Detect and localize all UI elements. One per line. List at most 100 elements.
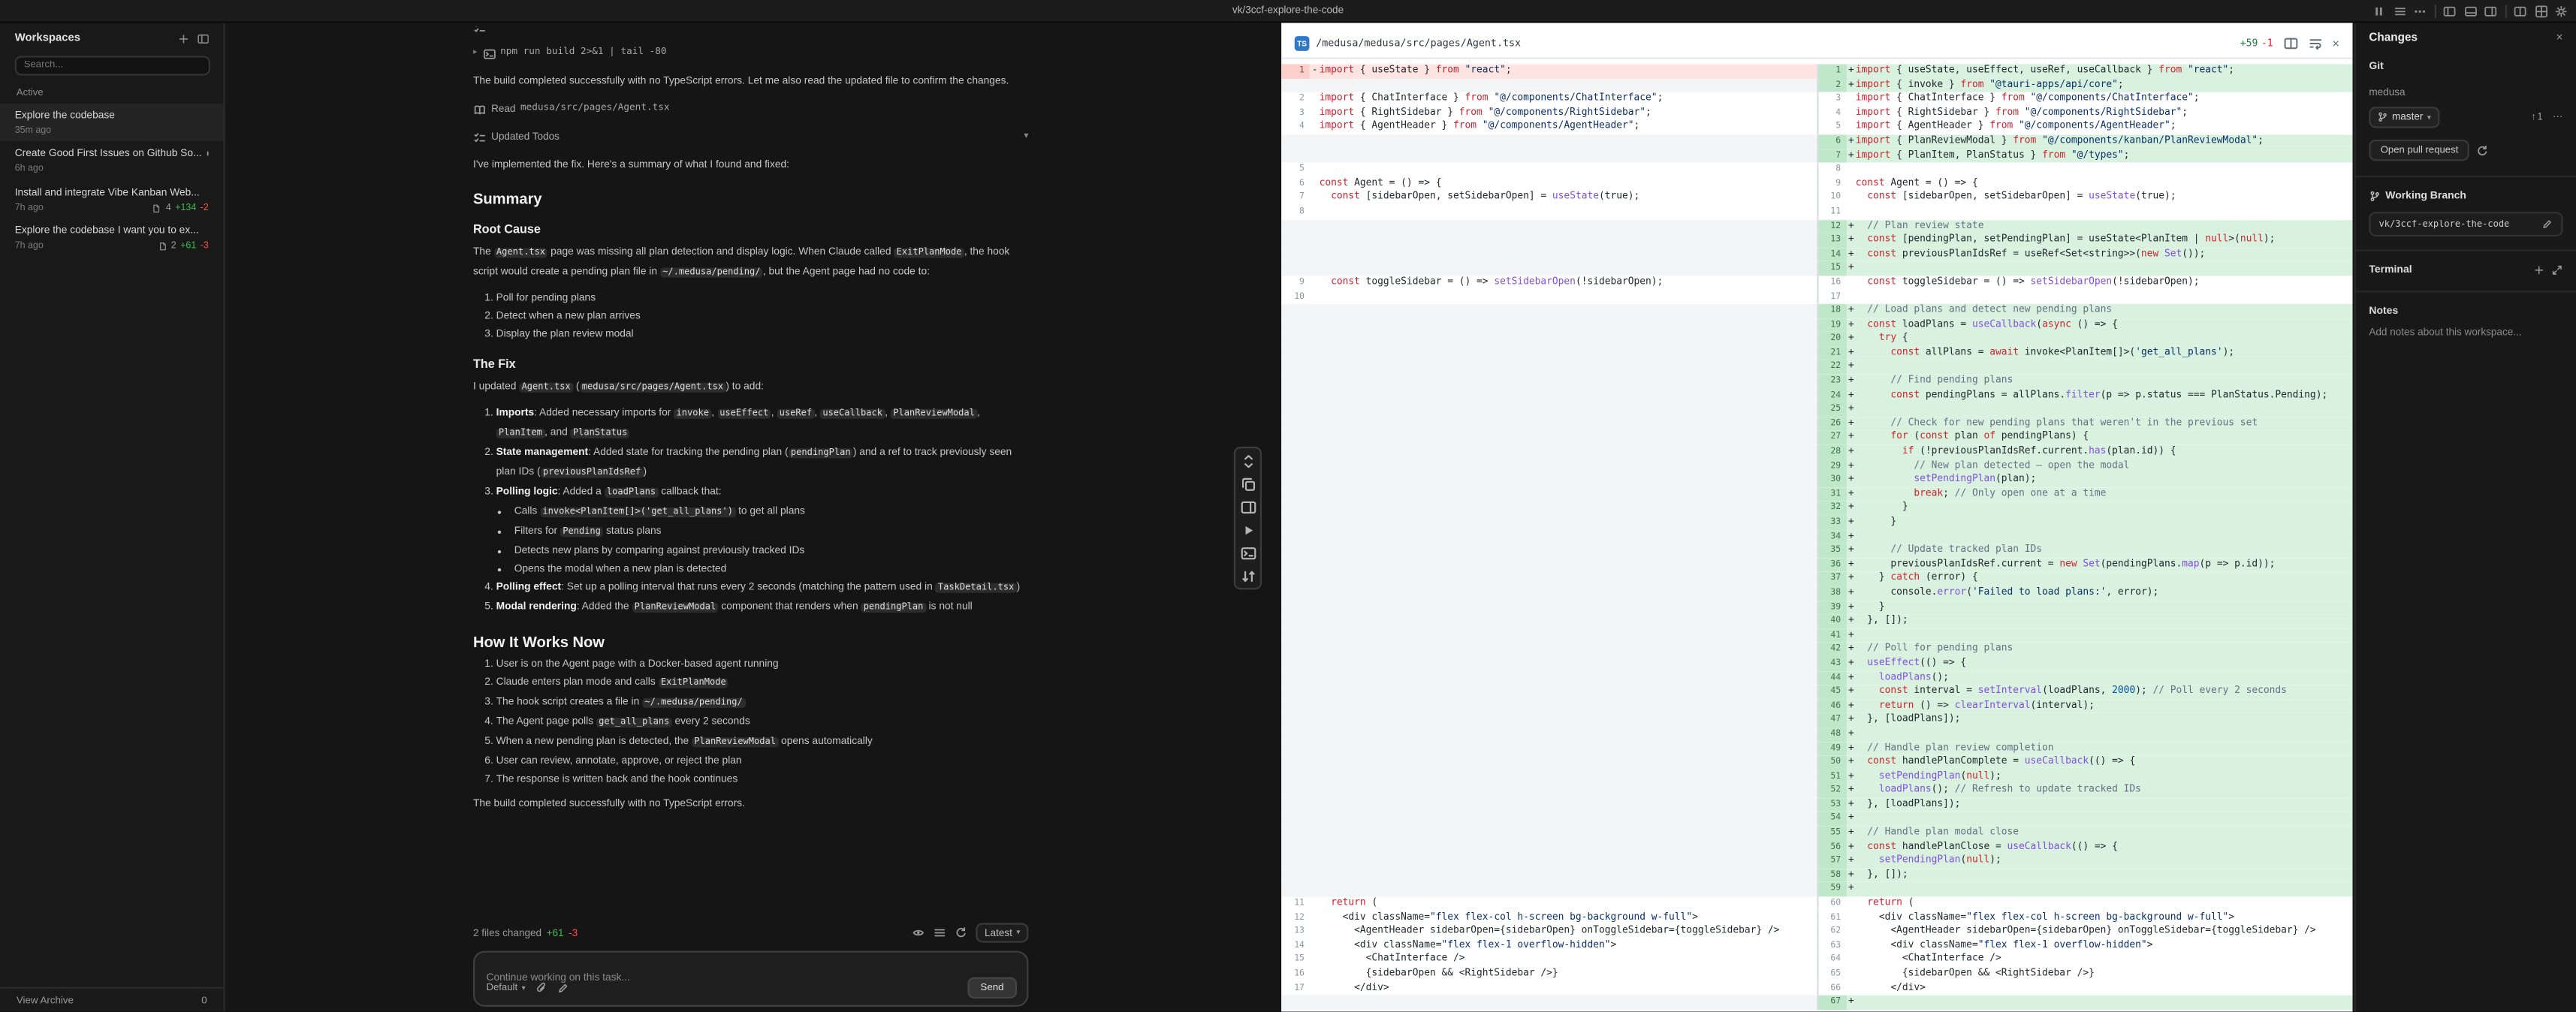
- line-number: [1281, 332, 1309, 346]
- refresh-icon[interactable]: [2476, 143, 2490, 157]
- diff-line: 49+ // Handle plan review completion: [1817, 742, 2352, 756]
- list-item: Polling logic: Added a loadPlans callbac…: [496, 483, 1029, 578]
- diff-row: 32+ }: [1281, 501, 2352, 516]
- code-text: [1309, 219, 1319, 233]
- diff-line: 14 <div className="flex flex-1 overflow-…: [1281, 939, 1817, 953]
- diff-line: 1+import { useState, useEffect, useRef, …: [1817, 64, 2352, 78]
- diff-line: 60 return (: [1817, 896, 2352, 911]
- expand-icon[interactable]: [2551, 264, 2562, 276]
- tool-call[interactable]: ▸npm run build 2>&1 | tail -80: [473, 44, 1028, 62]
- split-view-icon[interactable]: [2514, 5, 2527, 19]
- split-diff-icon[interactable]: [2283, 35, 2298, 50]
- working-branch-section-header[interactable]: Working Branch: [2356, 177, 2576, 205]
- open-pull-request-button[interactable]: Open pull request: [2369, 140, 2469, 161]
- diff-line: 13+ const [pendingPlan, setPendingPlan] …: [1817, 233, 2352, 248]
- refresh-icon[interactable]: [955, 926, 969, 940]
- collapse-icon[interactable]: [1239, 453, 1256, 469]
- terminal-icon[interactable]: [1239, 544, 1256, 561]
- layout-icon[interactable]: [1239, 498, 1256, 515]
- code-text: return (: [1309, 896, 1377, 911]
- list-item: State management: Added state for tracki…: [496, 444, 1029, 483]
- plus-icon[interactable]: [2533, 264, 2544, 276]
- line-number: 7: [1281, 191, 1309, 206]
- line-number: 16: [1817, 276, 1845, 290]
- tool-call[interactable]: Read medusa/src/pages/Agent.tsx: [473, 100, 1028, 118]
- grid-view-icon[interactable]: [2534, 5, 2547, 19]
- list-icon[interactable]: [934, 926, 947, 940]
- copy-icon[interactable]: [1239, 475, 1256, 492]
- diff-line: 57+ setPendingPlan(null);: [1817, 854, 2352, 869]
- code-text: [1309, 671, 1319, 685]
- workspace-item[interactable]: Create Good First Issues on Github So...…: [0, 141, 224, 179]
- more-icon[interactable]: ⋯: [2553, 112, 2563, 123]
- more-icon[interactable]: [2413, 5, 2427, 19]
- code-text: [1309, 304, 1319, 318]
- branch-selector[interactable]: master ▾: [2369, 107, 2439, 128]
- close-icon[interactable]: ×: [2556, 33, 2563, 44]
- run-icon[interactable]: [1239, 522, 1256, 538]
- code-text: +: [1846, 812, 1856, 827]
- line-number: [1281, 685, 1309, 699]
- compare-icon[interactable]: [1239, 568, 1256, 584]
- latest-dropdown[interactable]: Latest ▾: [976, 923, 1028, 943]
- diff-line: 30+ setPendingPlan(plan);: [1817, 473, 2352, 487]
- pause-icon[interactable]: [2372, 5, 2386, 19]
- git-section-header[interactable]: Git: [2356, 53, 2576, 76]
- diff-line: [1281, 755, 1817, 770]
- code-text: <ChatInterface />: [1846, 953, 2001, 968]
- attachment-icon[interactable]: [535, 982, 547, 994]
- workspace-item[interactable]: Explore the codebase 35m ago: [0, 103, 224, 141]
- word-wrap-icon[interactable]: [2308, 35, 2323, 50]
- line-number: 67: [1817, 995, 1845, 1010]
- chat-heading: The Fix: [473, 357, 1028, 372]
- workspace-meta: 35m ago: [15, 125, 209, 135]
- mode-dropdown[interactable]: Default ▾: [487, 983, 526, 993]
- diff-row: 53+ }, [loadPlans]);: [1281, 798, 2352, 812]
- line-number: 16: [1281, 967, 1309, 981]
- view-archive-link[interactable]: View Archive: [17, 995, 74, 1006]
- edit-icon[interactable]: [557, 982, 569, 994]
- toggle-left-panel-icon[interactable]: [2443, 5, 2457, 19]
- tool-call[interactable]: [473, 26, 1028, 35]
- tool-call[interactable]: Updated Todos▾: [473, 128, 1028, 146]
- notes-section-header[interactable]: Notes: [2356, 291, 2576, 320]
- diff-line: 32+ }: [1817, 501, 2352, 516]
- send-button[interactable]: Send: [967, 977, 1017, 998]
- diff-line: [1281, 375, 1817, 389]
- line-number: 24: [1817, 389, 1845, 403]
- line-number: 7: [1817, 149, 1845, 163]
- diff-line: 42+ // Poll for pending plans: [1817, 643, 2352, 657]
- terminal-section-header[interactable]: Terminal: [2356, 250, 2576, 279]
- line-number: 56: [1817, 840, 1845, 854]
- new-workspace-icon[interactable]: [177, 33, 189, 45]
- diff-line: 7+import { PlanItem, PlanStatus } from "…: [1817, 149, 2352, 163]
- settings-icon[interactable]: [2555, 5, 2568, 19]
- diff-line: [1281, 248, 1817, 262]
- edit-icon[interactable]: [2541, 218, 2553, 230]
- working-branch-input[interactable]: vk/3ccf-explore-the-code: [2369, 212, 2562, 236]
- code-text: + useEffect(() => {: [1846, 657, 1967, 671]
- search-input[interactable]: [14, 55, 210, 74]
- notes-label: Notes: [2369, 306, 2398, 317]
- line-number: [1281, 375, 1309, 389]
- list-item: User can review, annotate, approve, or r…: [496, 752, 1029, 770]
- eye-icon[interactable]: [912, 926, 926, 940]
- notes-placeholder[interactable]: Add notes about this workspace...: [2356, 321, 2576, 345]
- workspace-item[interactable]: Install and integrate Vibe Kanban Web...…: [0, 180, 224, 218]
- toggle-sidebar-icon[interactable]: [196, 33, 208, 45]
- workspace-item[interactable]: Explore the codebase I want you to ex...…: [0, 218, 224, 257]
- chevron-down-icon[interactable]: ▾: [1024, 128, 1028, 146]
- diff-row: 4import { AgentHeader } from "@/componen…: [1281, 121, 2352, 135]
- toggle-right-panel-icon[interactable]: [2484, 5, 2498, 19]
- toggle-bottom-panel-icon[interactable]: [2463, 5, 2477, 19]
- menu-icon[interactable]: [2393, 5, 2406, 19]
- code-text: [1309, 473, 1319, 487]
- workspace-title: Explore the codebase: [15, 109, 209, 120]
- close-icon[interactable]: ×: [2332, 35, 2339, 50]
- changes-header: Changes ×: [2356, 23, 2576, 53]
- diff-line: [1281, 516, 1817, 530]
- diff-line: [1281, 671, 1817, 685]
- code-text: [1309, 601, 1319, 615]
- workspace-list: Explore the codebase 35m ago Create Good F…: [0, 103, 224, 258]
- line-number: 18: [1817, 304, 1845, 318]
